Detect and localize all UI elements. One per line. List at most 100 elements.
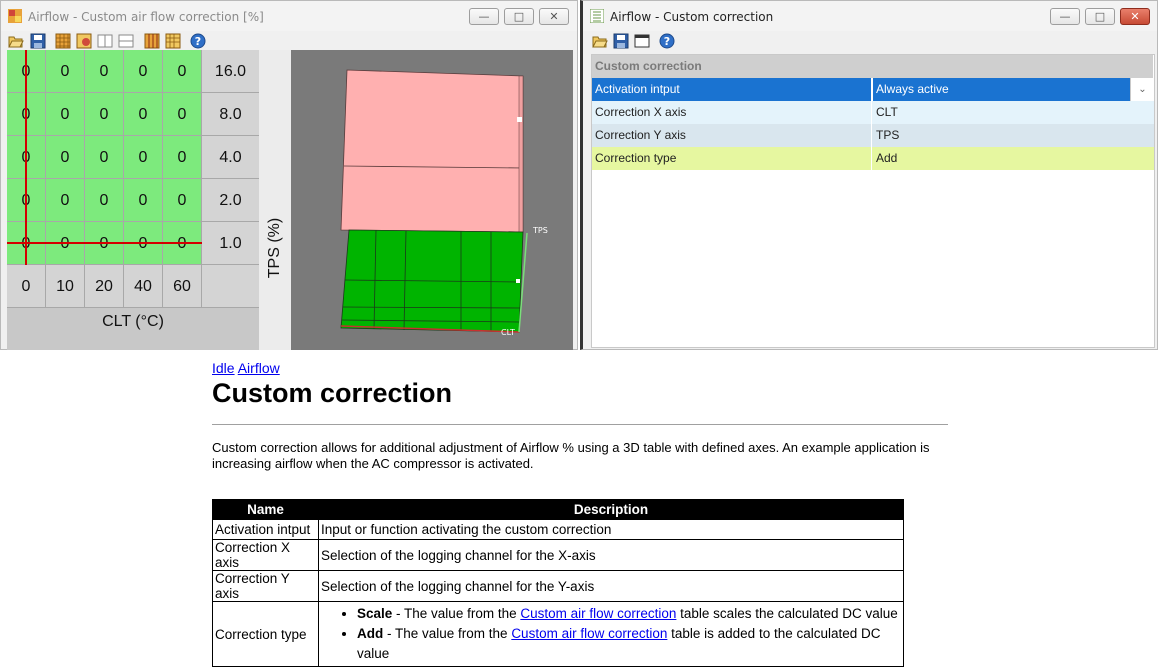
minimize-button[interactable]: —: [1050, 8, 1080, 25]
title-bar[interactable]: Airflow - Custom correction — □ ✕: [583, 1, 1157, 31]
x-axis-cell[interactable]: 60: [163, 265, 202, 308]
maximize-button[interactable]: □: [504, 8, 534, 25]
plot-handle-top[interactable]: [517, 117, 522, 122]
description-table: Name Description Activation intput Input…: [212, 499, 904, 667]
scale-text-post: table scales the calculated DC value: [676, 606, 898, 621]
table-cell[interactable]: 0: [124, 136, 163, 179]
name-cell: Activation intput: [212, 519, 319, 540]
y-axis-cell[interactable]: 4.0: [202, 136, 260, 179]
cursor-vertical-line: [25, 50, 27, 265]
columns-icon[interactable]: [97, 33, 113, 49]
property-value: Always active: [876, 82, 949, 96]
intro-paragraph: Custom correction allows for additional …: [212, 440, 930, 471]
save-icon[interactable]: [30, 33, 46, 49]
table-cell[interactable]: 0: [124, 93, 163, 136]
smooth-icon[interactable]: [165, 33, 181, 49]
x-axis-cell[interactable]: 20: [85, 265, 124, 308]
table-cell[interactable]: 0: [85, 50, 124, 93]
custom-air-flow-correction-link[interactable]: Custom air flow correction: [520, 606, 676, 621]
y-axis-cell[interactable]: 16.0: [202, 50, 260, 93]
3d-plot[interactable]: TPS CLT: [291, 50, 573, 350]
color-grid-icon[interactable]: [76, 33, 92, 49]
property-row-activation[interactable]: Activation intput Always active ⌄: [592, 78, 1154, 101]
property-value[interactable]: CLT: [873, 101, 1154, 124]
table-cell[interactable]: 0: [163, 50, 202, 93]
breadcrumb: Idle Airflow: [212, 360, 948, 376]
description-cell: Selection of the logging channel for the…: [318, 539, 904, 571]
plot-clt-label: CLT: [501, 328, 515, 337]
window-title: Airflow - Custom air flow correction [%]: [28, 10, 264, 24]
table-cell[interactable]: 0: [46, 179, 85, 222]
x-axis-cell[interactable]: 40: [124, 265, 163, 308]
property-key: Correction type: [592, 147, 872, 170]
name-cell: Correction Y axis: [212, 570, 319, 602]
add-text-pre: - The value from the: [383, 626, 512, 641]
plot-side-wall: [518, 75, 524, 233]
table-cell[interactable]: 0: [163, 179, 202, 222]
property-row-x-axis[interactable]: Correction X axis CLT: [592, 101, 1154, 124]
table-app-icon: [8, 9, 22, 23]
table-row: Correction Y axis Selection of the loggi…: [212, 570, 904, 602]
plot-tps-label: TPS: [532, 226, 548, 235]
close-icon: ✕: [1130, 10, 1140, 23]
table-cell[interactable]: 0: [85, 93, 124, 136]
table-cell[interactable]: 0: [163, 93, 202, 136]
properties-window: Airflow - Custom correction — □ ✕ ? Cust…: [580, 0, 1158, 350]
table-cell[interactable]: 0: [46, 50, 85, 93]
maximize-icon: □: [513, 10, 525, 23]
close-icon: ✕: [549, 10, 559, 23]
minimize-icon: —: [1059, 10, 1071, 23]
open-icon[interactable]: [592, 33, 608, 49]
save-icon[interactable]: [613, 33, 629, 49]
list-item: Add - The value from the Custom air flow…: [357, 624, 901, 664]
table-cell[interactable]: 0: [124, 179, 163, 222]
x-axis-cell[interactable]: 10: [46, 265, 85, 308]
grid-icon[interactable]: [55, 33, 71, 49]
x-axis-cell[interactable]: 0: [7, 265, 46, 308]
property-row-y-axis[interactable]: Correction Y axis TPS: [592, 124, 1154, 147]
help-icon[interactable]: ?: [190, 33, 206, 49]
y-axis-cell[interactable]: 8.0: [202, 93, 260, 136]
open-icon[interactable]: [8, 33, 24, 49]
property-value[interactable]: Add: [873, 147, 1154, 170]
close-button[interactable]: ✕: [1120, 8, 1150, 25]
minimize-button[interactable]: —: [469, 8, 499, 25]
table-cell[interactable]: 0: [46, 136, 85, 179]
rows-icon[interactable]: [118, 33, 134, 49]
breadcrumb-airflow-link[interactable]: Airflow: [238, 360, 280, 376]
window-icon[interactable]: [634, 33, 650, 49]
list-item: Scale - The value from the Custom air fl…: [357, 604, 901, 624]
y-axis-label: TPS (%): [266, 217, 283, 279]
table-cell[interactable]: 0: [46, 93, 85, 136]
name-header: Name: [212, 499, 319, 520]
y-axis-cell[interactable]: 1.0: [202, 222, 260, 265]
scale-text-pre: - The value from the: [392, 606, 521, 621]
y-axis-cell[interactable]: 2.0: [202, 179, 260, 222]
close-button[interactable]: ✕: [539, 8, 569, 25]
custom-air-flow-correction-link[interactable]: Custom air flow correction: [511, 626, 667, 641]
chevron-down-icon[interactable]: ⌄: [1130, 78, 1154, 101]
description-cell: Scale - The value from the Custom air fl…: [318, 601, 904, 667]
plot-handle-mid[interactable]: [516, 279, 520, 283]
activation-dropdown[interactable]: Always active ⌄: [873, 78, 1154, 101]
interpolate-icon[interactable]: [144, 33, 160, 49]
maximize-button[interactable]: □: [1085, 8, 1115, 25]
property-value[interactable]: TPS: [873, 124, 1154, 147]
table-cell[interactable]: 0: [85, 136, 124, 179]
property-row-type[interactable]: Correction type Add: [592, 147, 1154, 170]
svg-text:?: ?: [664, 35, 670, 48]
table-cell[interactable]: 0: [85, 179, 124, 222]
description-cell: Input or function activating the custom …: [318, 519, 904, 540]
table-row: Activation intput Input or function acti…: [212, 519, 904, 540]
plot-surface: [340, 229, 524, 333]
correction-table: 0000016.0000008.0000004.0000002.0000001.…: [7, 50, 260, 350]
title-bar[interactable]: Airflow - Custom air flow correction [%]…: [1, 1, 577, 31]
table-cell[interactable]: 0: [163, 136, 202, 179]
breadcrumb-idle-link[interactable]: Idle: [212, 360, 235, 376]
scale-term: Scale: [357, 606, 393, 621]
help-icon[interactable]: ?: [659, 33, 675, 49]
property-key: Correction X axis: [592, 101, 872, 124]
table-cell[interactable]: 0: [124, 50, 163, 93]
property-key: Correction Y axis: [592, 124, 872, 147]
table-header-row: Name Description: [212, 499, 904, 520]
